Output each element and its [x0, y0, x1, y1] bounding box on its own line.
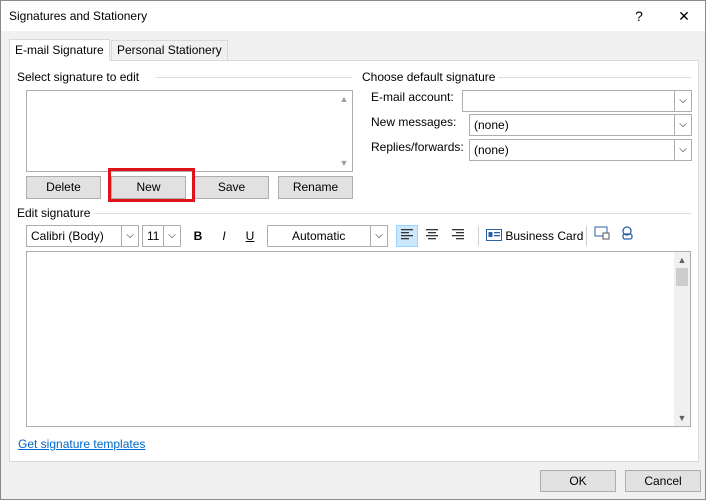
replies-forwards-select[interactable]: (none) ⌵	[469, 139, 692, 161]
scroll-up-icon[interactable]: ▲	[336, 94, 352, 104]
business-card-icon	[486, 229, 502, 241]
chevron-down-icon[interactable]: ⌵	[163, 226, 180, 246]
section-divider	[156, 77, 352, 78]
new-messages-select[interactable]: (none) ⌵	[469, 114, 692, 136]
replies-forwards-label: Replies/forwards:	[371, 140, 464, 154]
tab-personal-stationery[interactable]: Personal Stationery	[111, 40, 228, 61]
tab-email-signature[interactable]: E-mail Signature	[9, 39, 110, 61]
scroll-up-icon[interactable]: ▲	[674, 255, 690, 265]
window-title: Signatures and Stationery	[9, 9, 148, 23]
section-divider	[498, 77, 691, 78]
tab-label: Personal Stationery	[117, 43, 222, 57]
italic-button[interactable]: I	[214, 226, 234, 246]
ok-button[interactable]: OK	[540, 470, 616, 492]
font-color-select[interactable]: Automatic ⌵	[267, 225, 388, 247]
rename-button[interactable]: Rename	[278, 176, 353, 199]
chevron-down-icon[interactable]: ⌵	[370, 226, 387, 246]
save-button[interactable]: Save	[194, 176, 269, 199]
chevron-down-icon[interactable]: ⌵	[674, 91, 691, 111]
signature-list[interactable]: ▲ ▼	[26, 90, 353, 172]
scroll-down-icon[interactable]: ▼	[336, 158, 352, 168]
font-family-select[interactable]: Calibri (Body) ⌵	[26, 225, 139, 247]
business-card-button[interactable]: Business Card	[486, 226, 583, 246]
help-icon[interactable]: ?	[629, 5, 649, 27]
signatures-dialog: Signatures and Stationery ? ✕ E-mail Sig…	[0, 0, 706, 500]
align-center-icon[interactable]	[422, 226, 442, 246]
hyperlink-icon[interactable]	[618, 226, 638, 246]
bold-button[interactable]: B	[188, 226, 208, 246]
email-account-select[interactable]: ⌵	[462, 90, 692, 112]
new-messages-label: New messages:	[371, 115, 457, 129]
section-divider	[94, 213, 691, 214]
default-signature-label: Choose default signature	[362, 70, 496, 84]
email-account-label: E-mail account:	[371, 90, 454, 104]
chevron-down-icon[interactable]: ⌵	[121, 226, 138, 246]
align-right-icon[interactable]	[448, 226, 468, 246]
scroll-thumb[interactable]	[676, 268, 688, 286]
email-signature-panel: Select signature to edit ▲ ▼ Delete New …	[9, 60, 699, 462]
font-size-select[interactable]: 11 ⌵	[142, 225, 181, 247]
signature-templates-link[interactable]: Get signature templates	[18, 437, 145, 451]
signature-editor[interactable]: ▲ ▼	[26, 251, 691, 427]
editor-scrollbar[interactable]: ▲ ▼	[674, 252, 690, 426]
underline-button[interactable]: U	[240, 226, 260, 246]
select-signature-label: Select signature to edit	[17, 70, 140, 84]
toolbar-separator	[586, 226, 587, 246]
picture-icon[interactable]	[592, 226, 612, 246]
new-button-highlight	[108, 168, 195, 202]
tab-label: E-mail Signature	[15, 43, 104, 57]
toolbar-separator	[478, 226, 479, 246]
title-bar: Signatures and Stationery ? ✕	[1, 1, 705, 31]
delete-button[interactable]: Delete	[26, 176, 101, 199]
list-scrollbar[interactable]: ▲ ▼	[336, 91, 352, 171]
cancel-button[interactable]: Cancel	[625, 470, 701, 492]
scroll-down-icon[interactable]: ▼	[674, 413, 690, 423]
edit-signature-label: Edit signature	[17, 206, 91, 220]
chevron-down-icon[interactable]: ⌵	[674, 115, 691, 135]
close-icon[interactable]: ✕	[673, 5, 695, 27]
business-card-label: Business Card	[505, 229, 584, 243]
align-left-icon[interactable]	[396, 225, 418, 247]
chevron-down-icon[interactable]: ⌵	[674, 140, 691, 160]
